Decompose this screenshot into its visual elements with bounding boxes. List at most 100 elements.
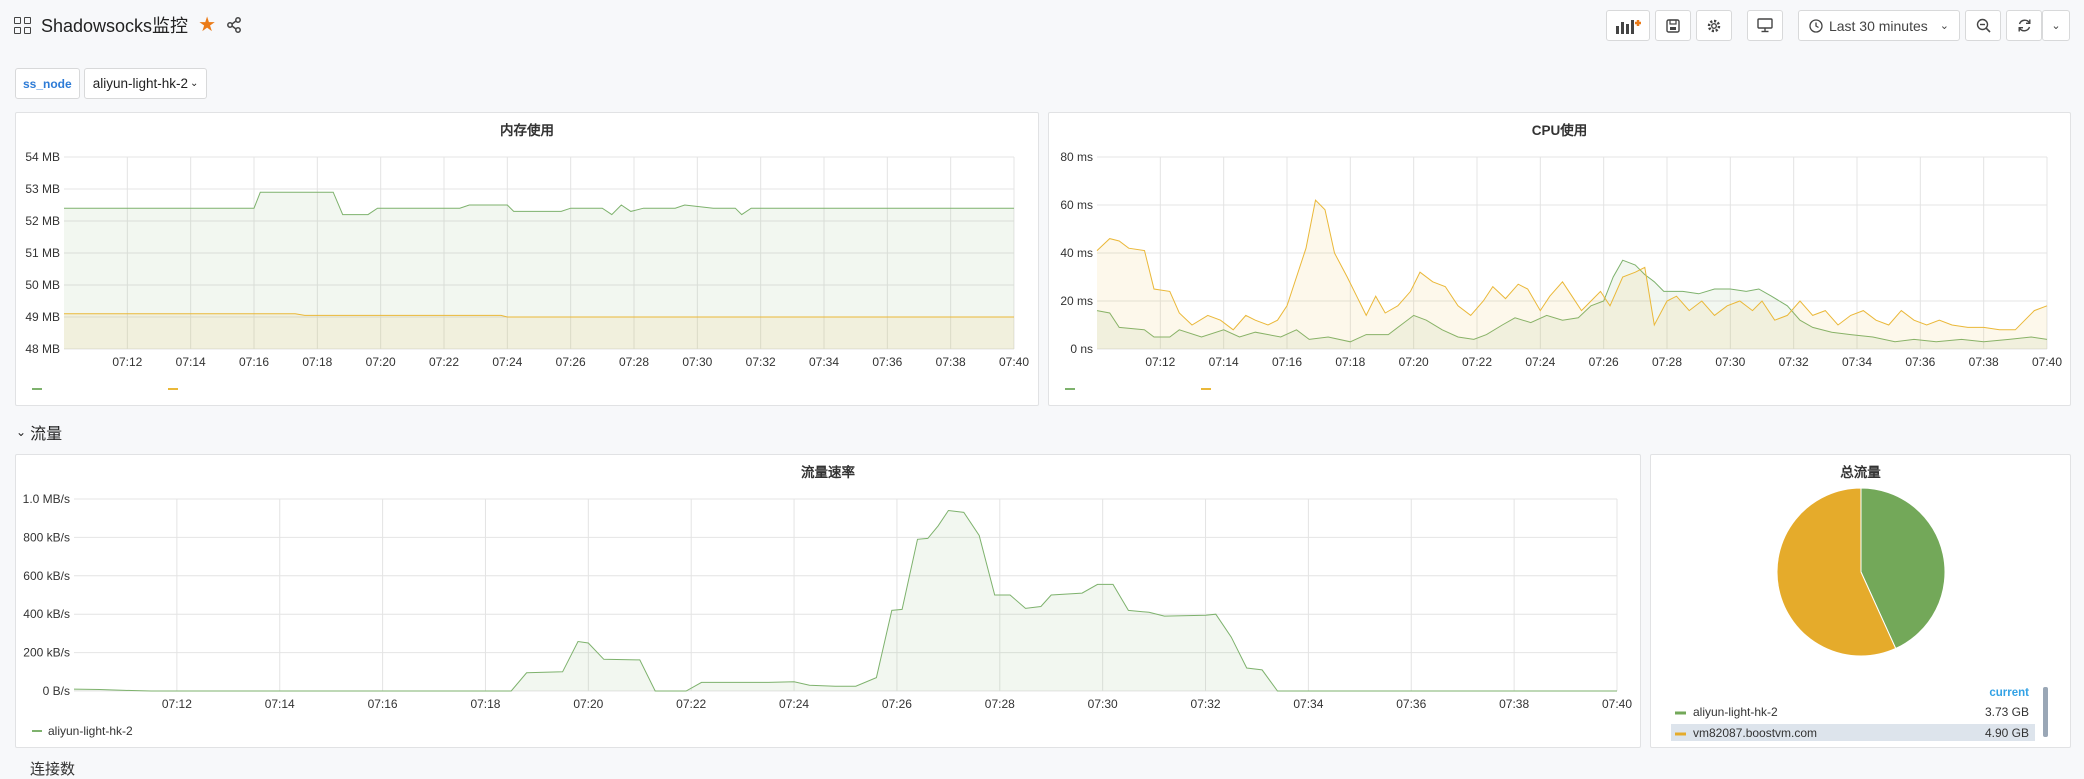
y-tick-label: 52 MB bbox=[25, 214, 60, 228]
monitor-icon bbox=[1757, 18, 1773, 33]
zoom-out-icon bbox=[1976, 18, 1991, 33]
tv-mode-button[interactable] bbox=[1746, 10, 1783, 41]
x-tick-label: 07:16 bbox=[1272, 355, 1302, 369]
time-range-label: Last 30 minutes bbox=[1828, 17, 1928, 34]
x-tick-label: 07:14 bbox=[265, 697, 295, 711]
x-tick-label: 07:28 bbox=[985, 697, 1015, 711]
variable-select[interactable]: aliyun-light-hk-2 ⌄ bbox=[83, 68, 208, 99]
legend-value: 3.73 GB bbox=[1985, 705, 2029, 719]
legend-label: vm82087.boostvm.com bbox=[1693, 726, 1817, 740]
y-tick-label: 200 kB/s bbox=[23, 646, 70, 660]
x-tick-label: 07:34 bbox=[809, 355, 839, 369]
x-tick-label: 07:40 bbox=[2032, 355, 2062, 369]
x-tick-label: 07:14 bbox=[1209, 355, 1239, 369]
y-tick-label: 40 ms bbox=[1060, 246, 1093, 260]
x-tick-label: 07:40 bbox=[999, 355, 1029, 369]
x-tick-label: 07:30 bbox=[1088, 697, 1118, 711]
y-tick-label: 53 MB bbox=[25, 182, 60, 196]
x-tick-label: 07:12 bbox=[1145, 355, 1175, 369]
row-title: 流量 bbox=[30, 426, 63, 443]
legend-label: aliyun-light-hk-2 bbox=[48, 724, 133, 738]
x-tick-label: 07:14 bbox=[176, 355, 206, 369]
save-icon bbox=[1666, 18, 1680, 33]
chevron-down-icon: ⌄ bbox=[16, 425, 27, 439]
total-traffic-pie-chart: current aliyun-light-hk-2 3.73 GB vm82087.b… bbox=[1671, 487, 2048, 741]
y-tick-label: 48 MB bbox=[25, 342, 60, 356]
save-dashboard-button[interactable] bbox=[1654, 10, 1691, 41]
x-tick-label: 07:20 bbox=[573, 697, 603, 711]
x-tick-label: 07:38 bbox=[936, 355, 966, 369]
dashboard-title[interactable]: Shadowsocks监控 bbox=[41, 12, 188, 38]
x-tick-label: 07:28 bbox=[1652, 355, 1682, 369]
x-tick-label: 07:26 bbox=[882, 697, 912, 711]
x-tick-label: 07:32 bbox=[1779, 355, 1809, 369]
memory-chart: 48 MB 49 MB 50 MB 51 MB 52 MB 53 MB 54 MB 07:12… bbox=[25, 150, 1029, 390]
y-tick-label: 80 ms bbox=[1060, 150, 1093, 164]
x-tick-label: 07:22 bbox=[1462, 355, 1492, 369]
x-tick-label: 07:36 bbox=[1396, 697, 1426, 711]
legend-value: 4.90 GB bbox=[1985, 726, 2029, 740]
y-tick-label: 60 ms bbox=[1060, 198, 1093, 212]
dashboard-navbar: Shadowsocks监控 ★ Last 30 minutes ⌄ ⌄ bbox=[0, 0, 2084, 50]
traffic-rate-chart: 0 B/s 200 kB/s 400 kB/s 600 kB/s 800 kB/s 1.0… bbox=[23, 492, 1633, 738]
x-tick-label: 07:36 bbox=[1905, 355, 1935, 369]
x-tick-label: 07:22 bbox=[429, 355, 459, 369]
y-tick-label: 54 MB bbox=[25, 150, 60, 164]
x-tick-label: 07:12 bbox=[162, 697, 192, 711]
traffic-rate-panel: 流量速率 0 B/s 200 kB/s 400 kB/s 600 kB/s 800 kB… bbox=[15, 454, 1641, 748]
y-tick-label: 51 MB bbox=[25, 246, 60, 260]
y-tick-label: 50 MB bbox=[25, 278, 60, 292]
x-tick-label: 07:16 bbox=[368, 697, 398, 711]
series-area bbox=[1097, 200, 2047, 349]
zoom-out-button[interactable] bbox=[1965, 10, 2001, 41]
x-tick-label: 07:24 bbox=[779, 697, 809, 711]
y-tick-label: 20 ms bbox=[1060, 294, 1093, 308]
x-tick-label: 07:34 bbox=[1293, 697, 1323, 711]
cpu-chart: 0 ns 20 ms 40 ms 60 ms 80 ms 07:12 07:14 07:16 0… bbox=[1060, 150, 2062, 390]
dashboard-toolbar: Last 30 minutes ⌄ ⌄ bbox=[1605, 10, 2070, 41]
share-icon[interactable] bbox=[226, 17, 242, 33]
variable-value: aliyun-light-hk-2 bbox=[92, 76, 188, 91]
clock-icon bbox=[1809, 18, 1823, 33]
y-tick-label: 49 MB bbox=[25, 310, 60, 324]
refresh-interval-dropdown[interactable]: ⌄ bbox=[2042, 10, 2070, 41]
time-range-picker[interactable]: Last 30 minutes ⌄ bbox=[1797, 10, 1960, 41]
chevron-down-icon: ⌄ bbox=[1939, 20, 1949, 32]
y-tick-label: 800 kB/s bbox=[23, 530, 70, 544]
legend-column-header: current bbox=[1989, 687, 2029, 699]
total-traffic-panel: 总流量 current aliyun-light-hk-2 3.73 GB vm820… bbox=[1650, 454, 2071, 748]
series-area bbox=[64, 313, 1014, 349]
cpu-panel: CPU使用 0 ns 20 ms 40 ms 60 ms 80 ms 07:12 07:14… bbox=[1048, 112, 2071, 406]
y-tick-label: 600 kB/s bbox=[23, 569, 70, 583]
refresh-button[interactable] bbox=[2006, 10, 2042, 41]
legend-label: aliyun-light-hk-2 bbox=[1693, 705, 1778, 719]
x-tick-label: 07:32 bbox=[746, 355, 776, 369]
dashboard-grid-icon[interactable] bbox=[14, 16, 31, 34]
x-tick-label: 07:16 bbox=[239, 355, 269, 369]
settings-button[interactable] bbox=[1695, 10, 1732, 41]
x-tick-label: 07:24 bbox=[1525, 355, 1555, 369]
x-tick-label: 07:18 bbox=[302, 355, 332, 369]
chevron-down-icon: ⌄ bbox=[2051, 20, 2061, 32]
x-tick-label: 07:30 bbox=[682, 355, 712, 369]
x-tick-label: 07:34 bbox=[1842, 355, 1872, 369]
star-icon[interactable]: ★ bbox=[198, 15, 216, 35]
memory-panel: 内存使用 48 MB 49 MB 50 MB 51 MB 52 MB 53 MB 54 MB… bbox=[15, 112, 1039, 406]
refresh-icon bbox=[2018, 19, 2030, 32]
variable-label: ss_node bbox=[15, 68, 80, 99]
chevron-down-icon: ⌄ bbox=[189, 78, 199, 89]
x-tick-label: 07:24 bbox=[492, 355, 522, 369]
x-tick-label: 07:18 bbox=[470, 697, 500, 711]
x-tick-label: 07:40 bbox=[1602, 697, 1632, 711]
row-header-traffic[interactable]: ⌄ 流量 bbox=[16, 420, 62, 444]
dashboard-title-group: Shadowsocks监控 ★ bbox=[14, 12, 242, 38]
add-panel-button[interactable] bbox=[1605, 10, 1650, 41]
x-tick-label: 07:38 bbox=[1969, 355, 1999, 369]
legend-scrollbar bbox=[2043, 687, 2048, 737]
x-tick-label: 07:36 bbox=[872, 355, 902, 369]
x-tick-label: 07:18 bbox=[1335, 355, 1365, 369]
y-tick-label: 0 ns bbox=[1070, 342, 1093, 356]
y-tick-label: 1.0 MB/s bbox=[23, 492, 70, 506]
gear-icon bbox=[1707, 19, 1721, 32]
x-tick-label: 07:12 bbox=[112, 355, 142, 369]
